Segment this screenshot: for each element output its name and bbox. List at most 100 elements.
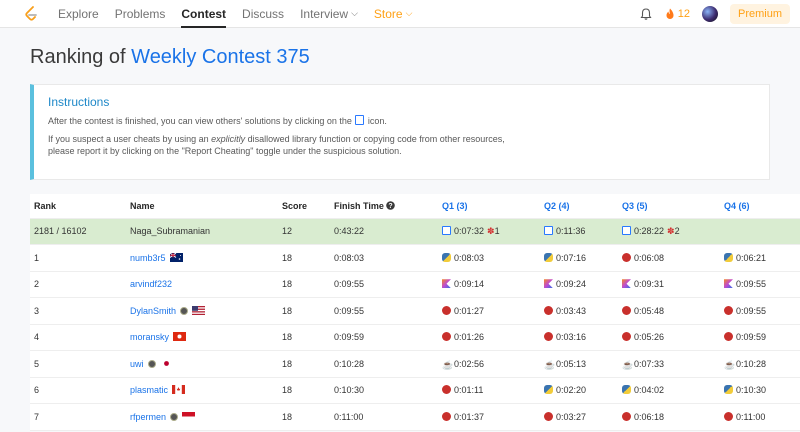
q1-cell[interactable]: 0:01:26 [438,324,540,351]
col-q2[interactable]: Q2 (4) [540,194,618,219]
q3-cell[interactable]: 0:09:31 [618,271,720,298]
help-circle-icon[interactable]: ? [386,200,396,210]
q1-cell[interactable]: ☕0:02:56 [438,350,540,378]
nav-items: Explore Problems Contest Discuss [58,0,300,28]
my-q2[interactable]: 0:11:36 [540,218,618,245]
q2-cell[interactable]: 0:09:24 [540,271,618,298]
python-lang-icon [544,385,553,395]
q2-time: 0:05:13 [556,358,587,369]
score-cell: 18 [278,271,330,298]
usa-flag-icon [192,305,206,315]
nav-right: 12 Premium [639,3,790,24]
user-link[interactable]: uwi [130,359,144,369]
col-q3[interactable]: Q3 (5) [618,194,720,219]
col-q4[interactable]: Q4 (6) [720,194,800,219]
table-row: 6 plasmatic 18 0:10:30 0:01:11 0:02:20 0:04:02… [30,377,800,404]
q1-time: 0:02:56 [454,358,485,369]
finish-time-cell: 0:09:55 [330,297,438,325]
finish-time-cell: 0:09:59 [330,324,438,351]
q3-cell[interactable]: ☕0:07:33 [618,350,720,378]
q2-time: 0:03:27 [556,411,587,422]
user-link[interactable]: moransky [130,332,169,342]
q3-cell[interactable]: 0:05:26 [618,324,720,351]
q2-cell[interactable]: ☕0:05:13 [540,350,618,378]
nav-store[interactable]: Store ⌵ [374,0,413,28]
user-badge-icon [180,306,189,315]
q3-cell[interactable]: 0:05:48 [618,297,720,325]
cpp-lang-icon [724,411,733,421]
q1-cell[interactable]: 0:09:14 [438,271,540,298]
user-link[interactable]: arvindf232 [130,279,172,289]
user-link[interactable]: DylanSmith [130,306,176,316]
score-cell: 18 [278,377,330,404]
nav-interview[interactable]: Interview ⌵ [300,0,358,28]
nav-contest[interactable]: Contest [181,0,226,28]
nav-problems[interactable]: Problems [115,0,166,28]
cpp-lang-icon [724,332,733,342]
q1-cell[interactable]: 0:01:37 [438,403,540,431]
leetcode-logo-icon[interactable] [24,5,38,22]
score-cell: 18 [278,403,330,431]
q3-cell[interactable]: 0:06:08 [618,244,720,272]
streak-counter[interactable]: 12 [665,8,690,20]
nav-explore[interactable]: Explore [58,0,99,28]
q2-cell[interactable]: 0:07:16 [540,244,618,272]
instructions-panel: Instructions After the contest is finish… [30,84,770,180]
page-title: Ranking of Weekly Contest 375 [30,46,800,70]
my-name: Naga_Subramanian [126,218,278,245]
table-row: 2 arvindf232 18 0:09:55 0:09:14 0:09:24 0:09:3… [30,271,800,298]
q2-time: 0:07:16 [556,252,587,263]
instructions-text: After the contest is finished, you can v… [48,116,352,126]
q4-cell[interactable]: 0:10:30 [720,377,800,404]
col-finish-label: Finish Time [334,200,384,211]
avatar[interactable] [701,5,718,22]
col-q1[interactable]: Q1 (3) [438,194,540,219]
java-lang-icon: ☕ [622,359,634,370]
name-cell: arvindf232 [126,271,278,298]
q3-time: 0:06:08 [634,252,665,263]
q3-time: 0:04:02 [634,385,665,396]
table-row: 1 numb3r5 18 0:08:03 0:08:03 0:07:16 0:06:08 0:… [30,244,800,272]
bell-icon[interactable] [639,7,653,21]
instructions-heading: Instructions [48,95,110,109]
ranking-table: Rank Name Score Finish Time ? Q1 (3) Q2 … [30,194,800,431]
rank-cell: 7 [30,403,126,431]
q4-time: 0:10:28 [736,358,767,369]
nav-discuss[interactable]: Discuss [242,0,284,28]
q1-cell[interactable]: 0:01:11 [438,377,540,404]
q4-cell[interactable]: 0:06:21 [720,244,800,272]
q4-cell[interactable]: 0:09:55 [720,271,800,298]
q3-cell[interactable]: 0:04:02 [618,377,720,404]
q4-cell[interactable]: ☕0:10:28 [720,350,800,378]
q4-cell[interactable]: 0:11:00 [720,403,800,431]
fire-icon [666,8,674,19]
user-link[interactable]: rfpermen [130,412,166,422]
my-q3[interactable]: 0:28:22 ✽2 [618,218,720,245]
q2-cell[interactable]: 0:03:43 [540,297,618,325]
instructions-line-2: If you suspect a user cheats by using an… [48,133,755,157]
kotlin-lang-icon [442,279,451,289]
user-link[interactable]: numb3r5 [130,253,166,263]
q2-cell[interactable]: 0:03:27 [540,403,618,431]
q4-cell[interactable]: 0:09:55 [720,297,800,325]
user-link[interactable]: plasmatic [130,385,168,395]
q2-cell[interactable]: 0:03:16 [540,324,618,351]
cpp-lang-icon [622,305,631,315]
ranking-body: 2181 / 16102 Naga_Subramanian 12 0:43:22… [30,218,800,431]
name-cell: uwi [126,350,278,378]
my-q1[interactable]: 0:07:32 ✽1 [438,218,540,245]
premium-button[interactable]: Premium [729,3,790,24]
q2-cell[interactable]: 0:02:20 [540,377,618,404]
rank-cell: 2 [30,271,126,298]
q1-time: 0:01:11 [454,385,484,396]
instructions-emphasis: explicitly [211,134,246,144]
q3-cell[interactable]: 0:06:18 [618,403,720,431]
q4-cell[interactable]: 0:09:59 [720,324,800,351]
bug-icon: ✽ [487,225,495,236]
q3-time: 0:05:26 [634,332,665,343]
q1-cell[interactable]: 0:01:27 [438,297,540,325]
my-q1-time: 0:07:32 [454,225,485,236]
canada-flag-icon [172,385,186,395]
q1-cell[interactable]: 0:08:03 [438,244,540,272]
contest-name-link[interactable]: Weekly Contest 375 [131,46,310,68]
